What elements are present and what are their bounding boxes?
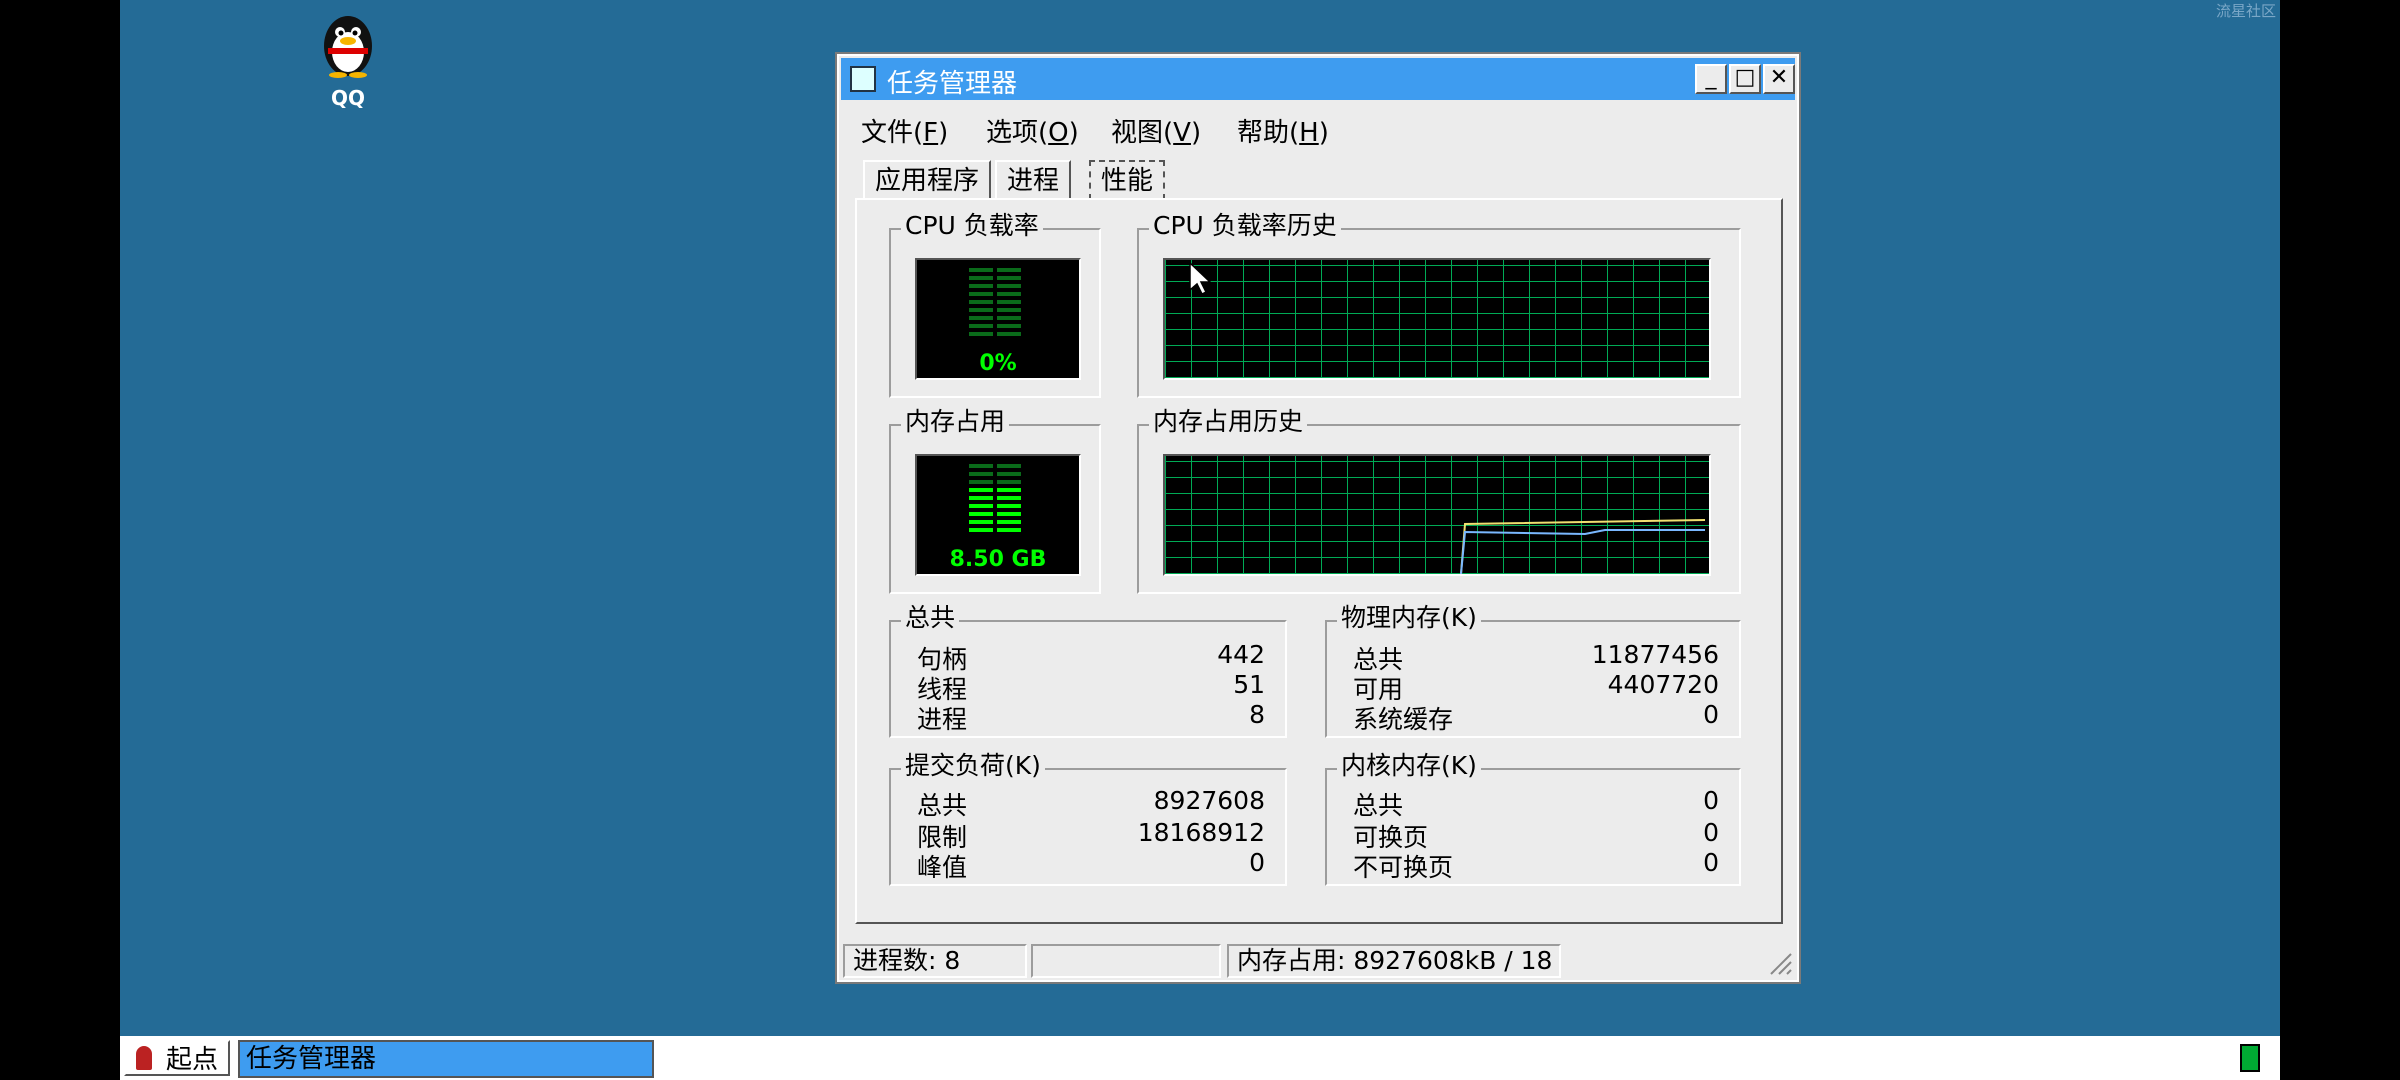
kernel-memory-title: 内核内存(K)	[1337, 752, 1481, 780]
menu-file[interactable]: 文件(F)	[861, 112, 948, 149]
phys-available-row: 可用 4407720	[1353, 670, 1719, 704]
status-cpu	[1031, 944, 1221, 978]
maximize-button[interactable]: □	[1729, 64, 1761, 94]
memory-usage-meter: 8.50 GB	[915, 454, 1081, 576]
kernel-nonpaged-row: 不可换页 0	[1353, 848, 1719, 882]
status-bar: 进程数: 8 内存占用: 8927608kB / 18	[841, 942, 1795, 978]
status-process-count: 进程数: 8	[843, 944, 1027, 978]
desktop-icon-label: QQ	[330, 86, 365, 110]
kernel-memory-group: 内核内存(K) 总共 0 可换页 0 不可换页 0	[1325, 752, 1741, 886]
cpu-usage-value: 0%	[979, 351, 1017, 376]
kernel-total-row: 总共 0	[1353, 786, 1719, 820]
title-bar[interactable]: 任务管理器 _ □ ✕	[841, 58, 1795, 100]
totals-group: 总共 句柄 442 线程 51 进程 8	[889, 604, 1287, 738]
menu-help[interactable]: 帮助(H)	[1237, 112, 1329, 149]
minimize-button[interactable]: _	[1695, 64, 1727, 94]
close-button[interactable]: ✕	[1763, 64, 1795, 94]
commit-peak-row: 峰值 0	[917, 848, 1265, 882]
menu-bar: 文件(F) 选项(O) 视图(V) 帮助(H)	[841, 106, 1795, 148]
memory-history-group: 内存占用历史	[1137, 408, 1741, 594]
watermark-text: 流星社区	[2215, 2, 2276, 20]
memory-history-graph	[1163, 454, 1711, 576]
tray-cpu-meter-icon[interactable]	[2240, 1044, 2260, 1072]
tab-applications[interactable]: 应用程序	[863, 160, 992, 200]
menu-options[interactable]: 选项(O)	[986, 112, 1079, 149]
commit-charge-title: 提交负荷(K)	[901, 752, 1045, 780]
threads-row: 线程 51	[917, 670, 1265, 704]
handles-row: 句柄 442	[917, 640, 1265, 674]
commit-total-row: 总共 8927608	[917, 786, 1265, 820]
cpu-history-group: CPU 负载率历史	[1137, 212, 1741, 398]
penguin-icon	[324, 16, 372, 78]
memory-usage-title: 内存占用	[901, 408, 1010, 436]
memory-history-title: 内存占用历史	[1149, 408, 1308, 436]
cpu-usage-title: CPU 负载率	[901, 212, 1043, 240]
memory-history-lines	[1460, 519, 1706, 574]
window-title: 任务管理器	[887, 69, 1018, 99]
task-manager-window: 任务管理器 _ □ ✕ 文件(F) 选项(O) 视图(V) 帮助(H) 应用程序…	[835, 52, 1801, 984]
menu-view[interactable]: 视图(V)	[1111, 112, 1201, 149]
physical-memory-group: 物理内存(K) 总共 11877456 可用 4407720 系统缓存 0	[1325, 604, 1741, 738]
cpu-usage-group: CPU 负载率 0%	[889, 212, 1101, 398]
commit-charge-group: 提交负荷(K) 总共 8927608 限制 18168912 峰值 0	[889, 752, 1287, 886]
start-label: 起点	[166, 1045, 219, 1075]
desktop: QQ 流星社区 任务管理器 _ □ ✕ 文件(F) 选项(O) 视图(V) 帮助…	[120, 0, 2280, 1036]
phys-cache-row: 系统缓存 0	[1353, 700, 1719, 734]
physical-memory-title: 物理内存(K)	[1337, 604, 1481, 632]
cpu-history-title: CPU 负载率历史	[1149, 212, 1341, 240]
tab-processes[interactable]: 进程	[995, 160, 1072, 200]
phys-total-row: 总共 11877456	[1353, 640, 1719, 674]
desktop-icon-qq[interactable]: QQ	[313, 8, 383, 110]
commit-limit-row: 限制 18168912	[917, 818, 1265, 852]
tab-performance[interactable]: 性能	[1089, 160, 1166, 200]
taskbar-task-manager-button[interactable]: 任务管理器	[238, 1040, 654, 1078]
memory-usage-value: 8.50 GB	[949, 547, 1047, 572]
processes-row: 进程 8	[917, 700, 1265, 734]
status-memory: 内存占用: 8927608kB / 18	[1227, 944, 1561, 978]
start-icon	[136, 1046, 152, 1070]
taskbar: 起点 任务管理器	[120, 1036, 2280, 1080]
totals-title: 总共	[901, 604, 960, 632]
mouse-cursor-icon	[1189, 262, 1211, 296]
task-manager-icon	[850, 66, 876, 92]
performance-panel: CPU 负载率 0% CPU 负载率历史 内存占用 8.50 GB 内存占用历史…	[855, 198, 1783, 924]
cpu-history-graph	[1163, 258, 1711, 380]
memory-usage-group: 内存占用 8.50 GB	[889, 408, 1101, 594]
kernel-paged-row: 可换页 0	[1353, 818, 1719, 852]
cpu-usage-meter: 0%	[915, 258, 1081, 380]
start-button[interactable]: 起点	[124, 1040, 231, 1076]
resize-grip-icon[interactable]	[1767, 950, 1793, 976]
